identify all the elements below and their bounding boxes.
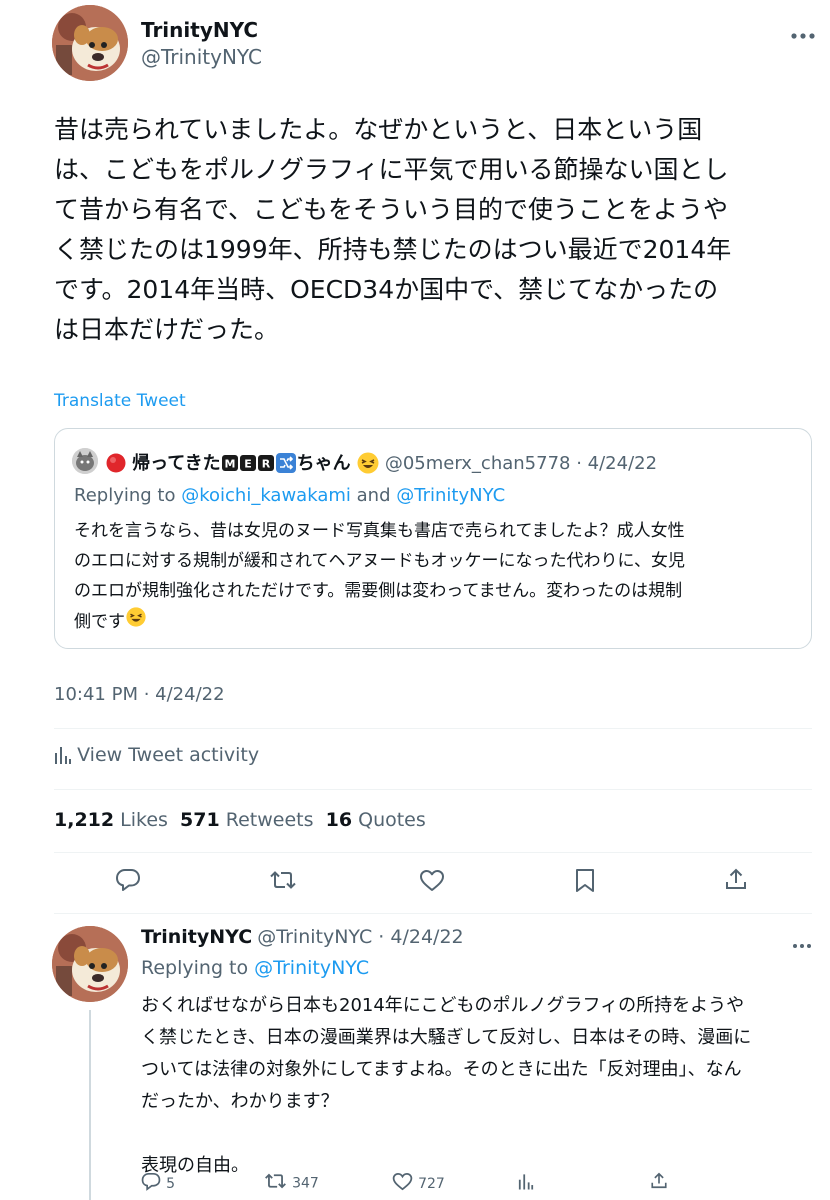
quoted-tweet-card[interactable]: 帰ってきた M E R ちゃん @05merx_chan5778 · 4/24/22 R… (54, 428, 812, 649)
reply-handle-date[interactable]: @TrinityNYC · 4/24/22 (257, 926, 463, 948)
reply-header: TrinityNYC @TrinityNYC · 4/24/22 (141, 926, 464, 948)
quoted-text-line-content: 側です (74, 612, 125, 632)
quoted-text-line: のエロが規制強化されただけです。需要側は変わってません。変わったのは規制 (74, 581, 683, 601)
tweet-text-line: です。2014年当時、OECD34か国中で、禁じてなかったの (54, 275, 719, 304)
heart-icon[interactable] (419, 869, 445, 892)
divider (54, 913, 812, 914)
quotes-count: 16 (325, 809, 353, 831)
replying-to-label: Replying to (141, 957, 249, 979)
quoted-text-line: のエロに対する規制が緩和されてヘアヌードもオッケーになった代わりに、女児 (74, 551, 685, 571)
reply-icon[interactable] (115, 868, 141, 892)
reply-avatar[interactable] (52, 926, 128, 1002)
bulldog-plush-avatar-image (52, 926, 128, 1002)
reply-text-line: おくればせながら日本も2014年にこどものポルノグラフィの所持をようや (141, 995, 745, 1016)
retweets-stat[interactable]: 571 Retweets (180, 809, 313, 831)
reply-count: 5 (166, 1176, 176, 1192)
quoted-avatar[interactable] (72, 448, 98, 474)
quoted-tweet-text: それを言うなら、昔は女児のヌード写真集も書店で売られてましたよ？成人女性 のエロ… (74, 516, 804, 638)
divider (54, 789, 812, 790)
badge-letter: R (261, 457, 270, 470)
quoted-display-name-suffix[interactable]: ちゃん (297, 453, 351, 474)
heart-icon (392, 1172, 413, 1195)
share-icon[interactable] (724, 867, 748, 891)
retweets-label: Retweets (225, 809, 314, 831)
quoted-name-row: 帰ってきた M E R ちゃん @05merx_chan5778 · 4/24/22 (105, 449, 657, 479)
badge-letter: E (244, 457, 252, 470)
laughing-face-icon (356, 451, 380, 479)
replying-to-label: Replying to (74, 485, 176, 506)
tweet-text-line: く禁じたのは1999年、所持も禁じたのはつい最近で2014年 (54, 235, 732, 264)
reply-text-line: く禁じたとき、日本の漫画業界は大騒ぎして反対し、日本はその時、漫画に (141, 1027, 752, 1048)
retweet-icon (264, 1172, 287, 1194)
reply-text-line (141, 1118, 826, 1150)
tweet-text: 昔は売られていましたよ。なぜかというと、日本という国 は、こどもをポルノグラフィ… (54, 110, 824, 350)
divider (54, 728, 812, 729)
bar-chart-icon (54, 745, 72, 769)
bar-chart-icon (518, 1172, 534, 1195)
likes-stat[interactable]: 1,212 Likes (54, 809, 168, 831)
quoted-handle-date[interactable]: @05merx_chan5778 · 4/24/22 (385, 453, 657, 474)
quotes-label: Quotes (358, 809, 426, 831)
view-tweet-activity-label: View Tweet activity (77, 744, 260, 766)
reply-activity-button[interactable] (518, 1172, 534, 1195)
thread-connector-line (89, 1010, 91, 1200)
more-dots-icon[interactable] (790, 25, 816, 44)
reply-reply-button[interactable]: 5 (141, 1172, 175, 1195)
letter-m-badge-icon: M (221, 454, 239, 476)
quoted-text-line: それを言うなら、昔は女児のヌード写真集も書店で売られてましたよ？成人女性 (74, 521, 685, 541)
engagement-stats: 1,212 Likes 571 Retweets 16 Quotes (54, 809, 426, 831)
mention-link[interactable]: @TrinityNYC (254, 957, 369, 979)
quoted-replying-to: Replying to @koichi_kawakami and @Trinit… (74, 485, 505, 506)
mention-link[interactable]: @koichi_kawakami (181, 485, 351, 506)
red-circle-icon (105, 452, 127, 478)
quotes-stat[interactable]: 16 Quotes (326, 809, 426, 831)
translate-tweet-link[interactable]: Translate Tweet (54, 391, 186, 411)
reply-replying-to: Replying to @TrinityNYC (141, 957, 369, 979)
divider (54, 852, 812, 853)
mention-link[interactable]: @TrinityNYC (396, 485, 505, 506)
view-tweet-activity-button[interactable]: View Tweet activity (54, 744, 259, 769)
tweet-text-line: て昔から有名で、こどもをそういう目的で使うことをようや (54, 195, 729, 224)
quoted-text-line: 側です (74, 606, 804, 638)
replying-and-label: and (356, 485, 391, 506)
letter-e-badge-icon: E (239, 454, 257, 476)
cat-avatar-image (72, 448, 98, 474)
like-count: 727 (418, 1176, 445, 1192)
retweet-icon[interactable] (269, 869, 297, 891)
reply-like-button[interactable]: 727 (392, 1172, 445, 1195)
retweets-count: 571 (180, 809, 220, 831)
reply-tweet-text: おくればせながら日本も2014年にこどものポルノグラフィの所持をようや く禁じた… (141, 990, 826, 1182)
tweet-text-line: は、こどもをポルノグラフィに平気で用いる節操ない国とし (54, 155, 729, 184)
tweet-text-line: 昔は売られていましたよ。なぜかというと、日本という国 (54, 115, 703, 144)
likes-count: 1,212 (54, 809, 115, 831)
badge-letter: M (224, 457, 235, 470)
display-name[interactable]: TrinityNYC (141, 18, 258, 42)
reply-icon (141, 1172, 161, 1195)
share-icon (650, 1171, 668, 1194)
more-dots-icon[interactable] (792, 934, 812, 953)
bookmark-icon[interactable] (575, 868, 595, 893)
tweet-text-line: は日本だけだった。 (54, 315, 280, 344)
bulldog-plush-avatar-image (52, 5, 128, 81)
reply-text-line: 表現の自由。 (141, 1155, 249, 1176)
laughing-face-icon (125, 606, 147, 638)
reply-retweet-button[interactable]: 347 (264, 1172, 319, 1194)
reply-text-line: だったか、わかります？ (141, 1091, 339, 1112)
user-handle[interactable]: @TrinityNYC (141, 45, 262, 69)
reply-display-name[interactable]: TrinityNYC (141, 926, 252, 948)
letter-r-badge-icon: R (257, 454, 275, 476)
reply-share-button[interactable] (650, 1171, 668, 1194)
avatar[interactable] (52, 5, 128, 81)
reply-text-line: ついては法律の対象外にしてますよね。そのときに出た「反対理由」、なん (141, 1059, 742, 1080)
tweet-timestamp[interactable]: 10:41 PM · 4/24/22 (54, 684, 225, 705)
quoted-display-name-prefix[interactable]: 帰ってきた (132, 453, 221, 474)
shuffle-icon (275, 452, 297, 478)
retweet-count: 347 (292, 1175, 319, 1192)
likes-label: Likes (120, 809, 168, 831)
